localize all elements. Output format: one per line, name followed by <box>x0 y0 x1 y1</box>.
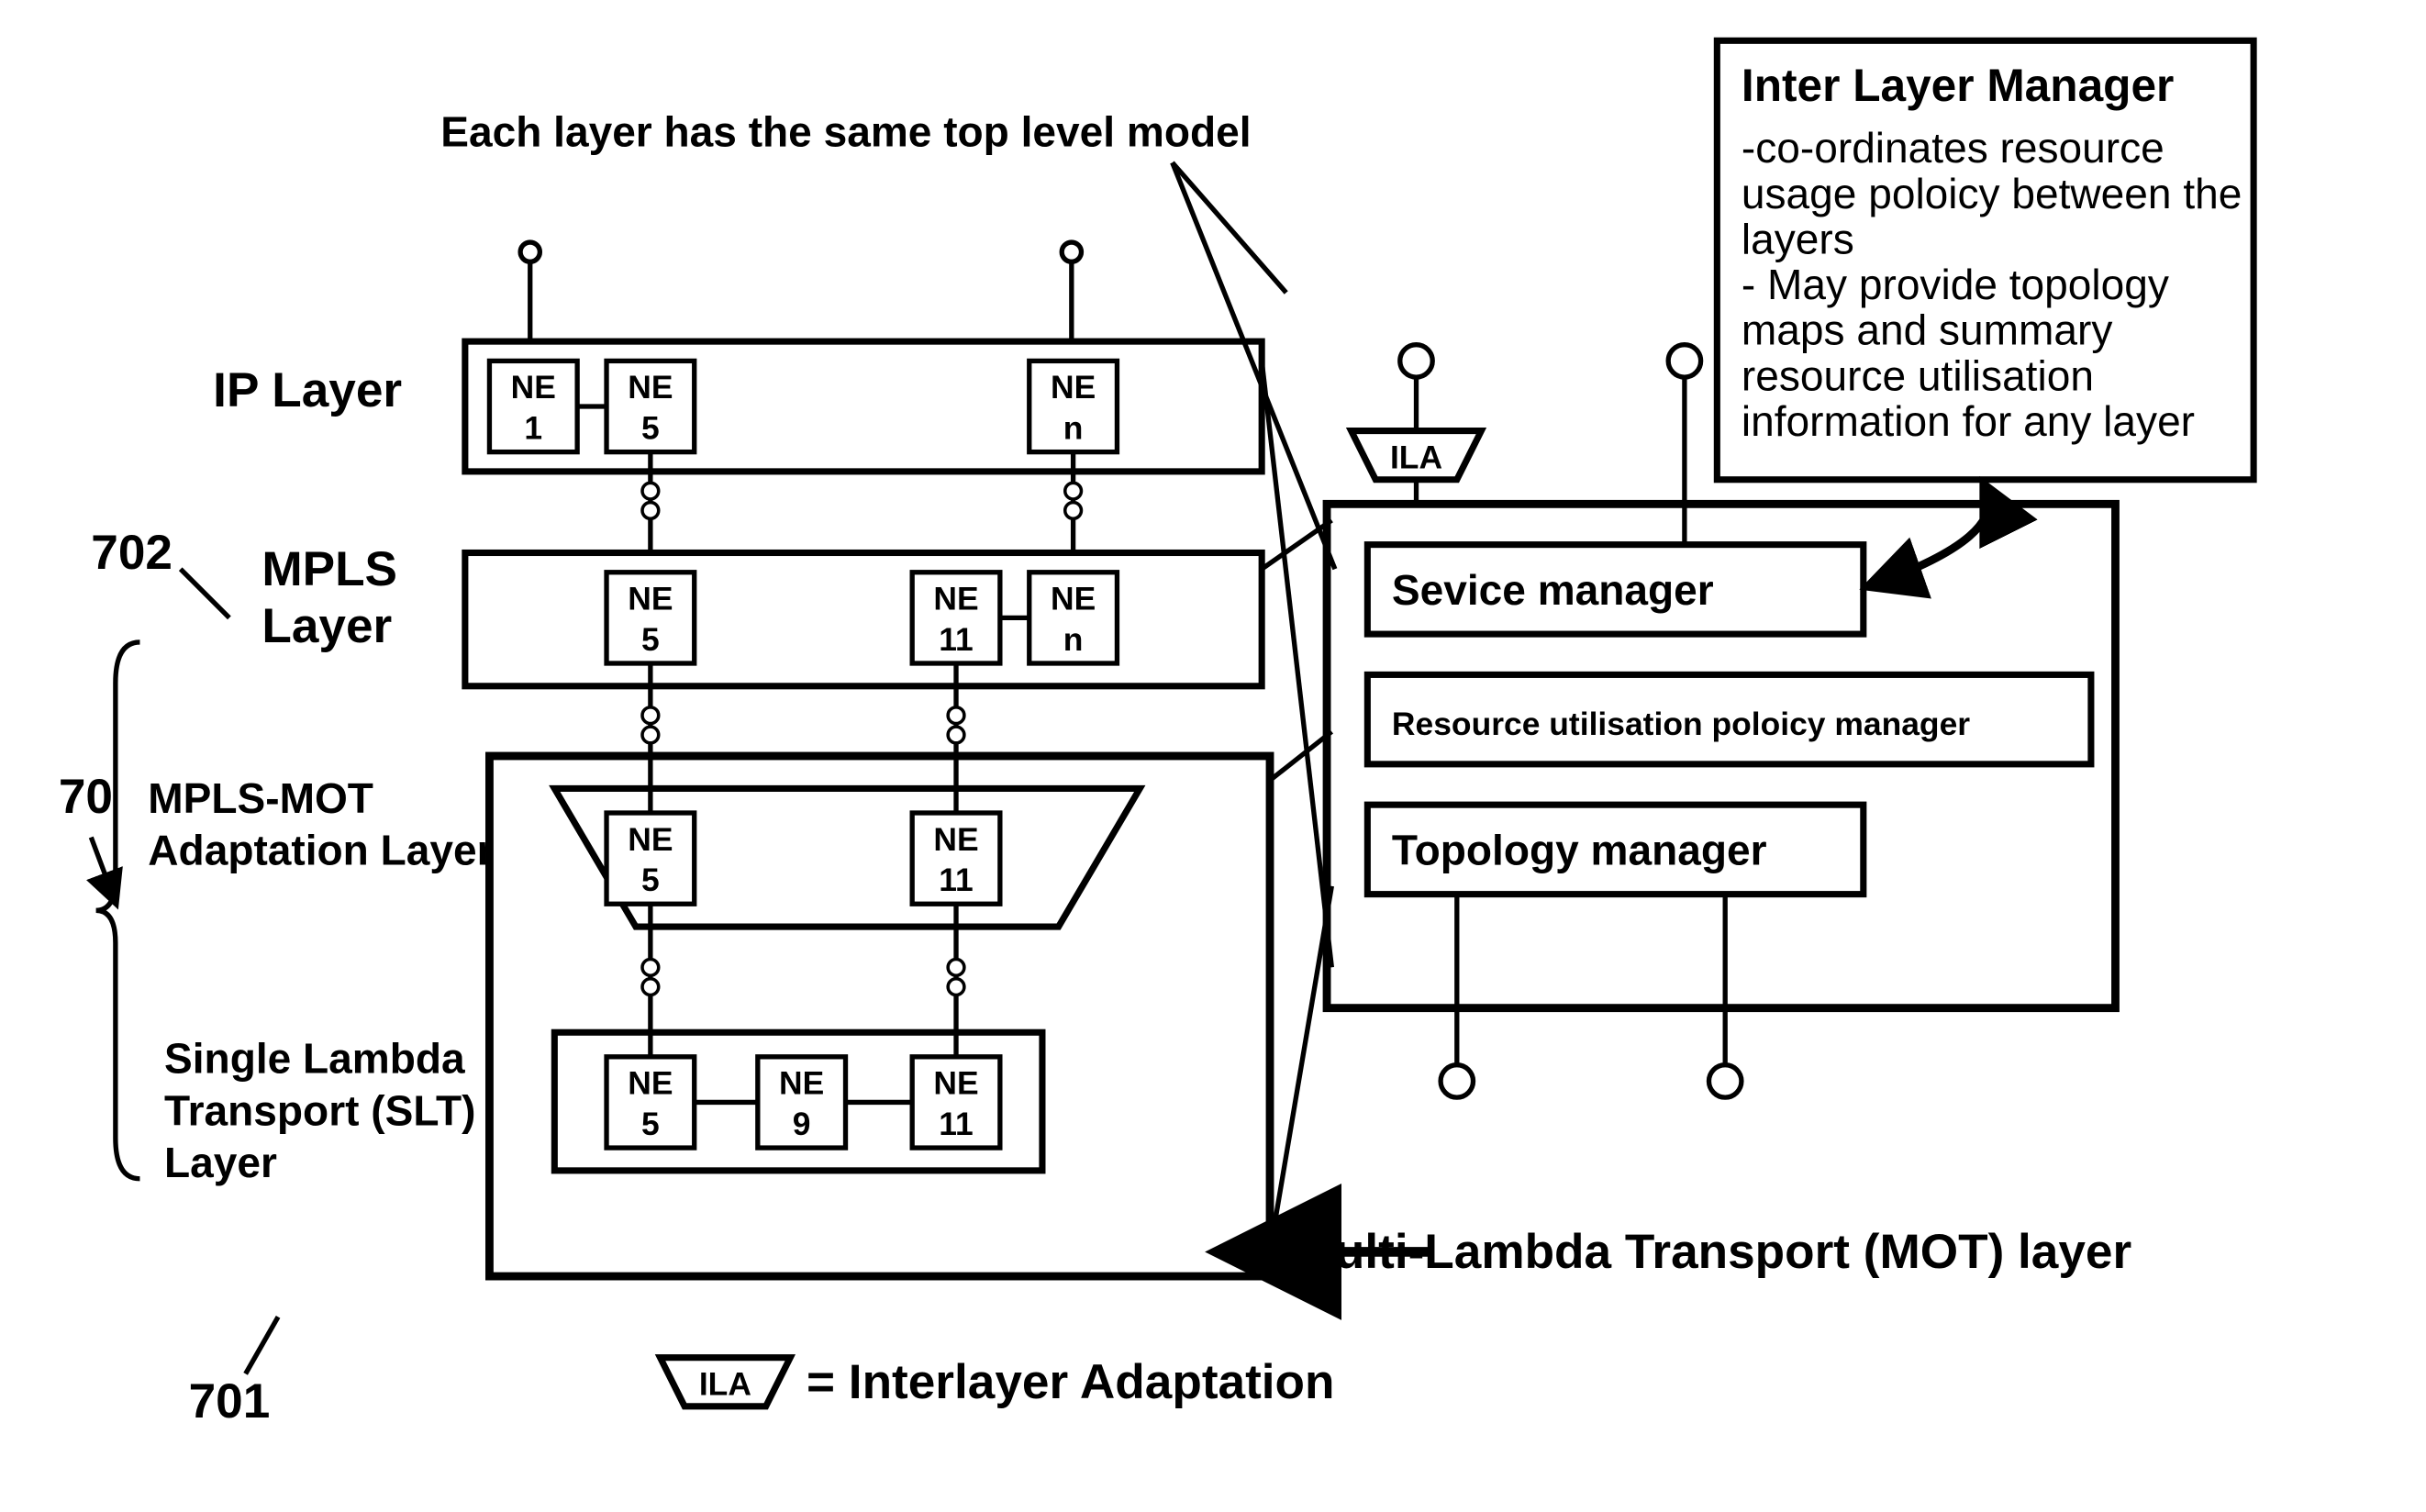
ne-slt-5: NE 5 <box>606 1057 695 1148</box>
ne-ip-n: NE n <box>1029 361 1118 451</box>
svg-text:n: n <box>1063 621 1084 658</box>
slt-label-2: Transport (SLT) <box>164 1086 476 1134</box>
ilm-b5: maps and summary <box>1742 306 2112 354</box>
ne-slt-9: NE 9 <box>758 1057 846 1148</box>
ilm-title: Inter Layer Manager <box>1742 60 2174 111</box>
adapt-label-1: MPLS-MOT <box>148 774 373 822</box>
ne-mpls-11: NE 11 <box>912 573 1000 663</box>
annotation-top: Each layer has the same top level model <box>440 107 1251 155</box>
ne-ip-5: NE 5 <box>606 361 695 451</box>
ila-top-icon: ILA <box>1352 345 1482 505</box>
ip-layer-label: IP Layer <box>213 363 402 417</box>
svg-text:NE: NE <box>1051 581 1096 617</box>
svg-text:1: 1 <box>524 409 542 446</box>
resource-manager-label: Resource utilisation poloicy manager <box>1392 706 1970 742</box>
svg-text:= Interlayer Adaptation: = Interlayer Adaptation <box>807 1355 1335 1409</box>
svg-text:NE: NE <box>933 821 978 858</box>
svg-text:5: 5 <box>641 862 660 898</box>
mot-label: Multi-Lambda Transport (MOT) layer <box>1295 1225 2132 1279</box>
ref-701: 701 <box>189 1374 271 1429</box>
svg-text:NE: NE <box>628 821 673 858</box>
slt-label-3: Layer <box>164 1139 277 1186</box>
ilm-b4: - May provide topology <box>1742 261 2169 308</box>
mpls-layer-label-1: MPLS <box>262 542 397 596</box>
ilm-b1: -co-ordinates resource <box>1742 124 2164 172</box>
ne-mpls-n: NE n <box>1029 573 1118 663</box>
diagram-root: Each layer has the same top level model … <box>0 0 2426 1512</box>
ilm-b2: usage poloicy between the <box>1742 170 2242 217</box>
svg-text:NE: NE <box>779 1065 824 1102</box>
ne-adapt-11: NE 11 <box>912 813 1000 904</box>
svg-text:5: 5 <box>641 621 660 658</box>
ilm-b3: layers <box>1742 215 1854 262</box>
svg-text:NE: NE <box>933 581 978 617</box>
ne-slt-11: NE 11 <box>912 1057 1000 1148</box>
service-manager-label: Sevice manager <box>1392 566 1714 614</box>
brace <box>96 642 140 1179</box>
svg-text:11: 11 <box>939 862 973 898</box>
ne-ip-1: NE 1 <box>489 361 577 451</box>
topology-manager-label: Topology manager <box>1392 827 1767 874</box>
svg-text:NE: NE <box>628 581 673 617</box>
svg-text:11: 11 <box>939 621 973 658</box>
ref-702: 702 <box>91 526 172 580</box>
ref-70: 70 <box>59 770 113 824</box>
connector-4 <box>1270 886 1331 1252</box>
mpls-layer-label-2: Layer <box>262 599 392 653</box>
adapt-label-2: Adaptation Layer <box>148 827 493 874</box>
svg-text:NE: NE <box>628 1065 673 1102</box>
svg-text:11: 11 <box>939 1106 973 1142</box>
svg-text:9: 9 <box>793 1106 811 1142</box>
ne-adapt-5: NE 5 <box>606 813 695 904</box>
svg-text:n: n <box>1063 409 1084 446</box>
svg-text:ILA: ILA <box>1390 439 1442 475</box>
svg-text:ILA: ILA <box>699 1365 751 1402</box>
ilm-b6: resource utilisation <box>1742 351 2094 399</box>
svg-text:NE: NE <box>1051 369 1096 406</box>
connector-2 <box>1262 520 1331 569</box>
svg-text:5: 5 <box>641 409 660 446</box>
mpls-layer-box <box>465 552 1262 685</box>
svg-text:5: 5 <box>641 1106 660 1142</box>
slt-label-1: Single Lambda <box>164 1035 465 1083</box>
svg-text:NE: NE <box>628 369 673 406</box>
svg-text:NE: NE <box>511 369 556 406</box>
svg-text:NE: NE <box>933 1065 978 1102</box>
ilm-b7: information for any layer <box>1742 397 2195 445</box>
connector-3 <box>1270 731 1331 780</box>
ila-legend: ILA = Interlayer Adaptation <box>661 1355 1335 1409</box>
ne-mpls-5: NE 5 <box>606 573 695 663</box>
